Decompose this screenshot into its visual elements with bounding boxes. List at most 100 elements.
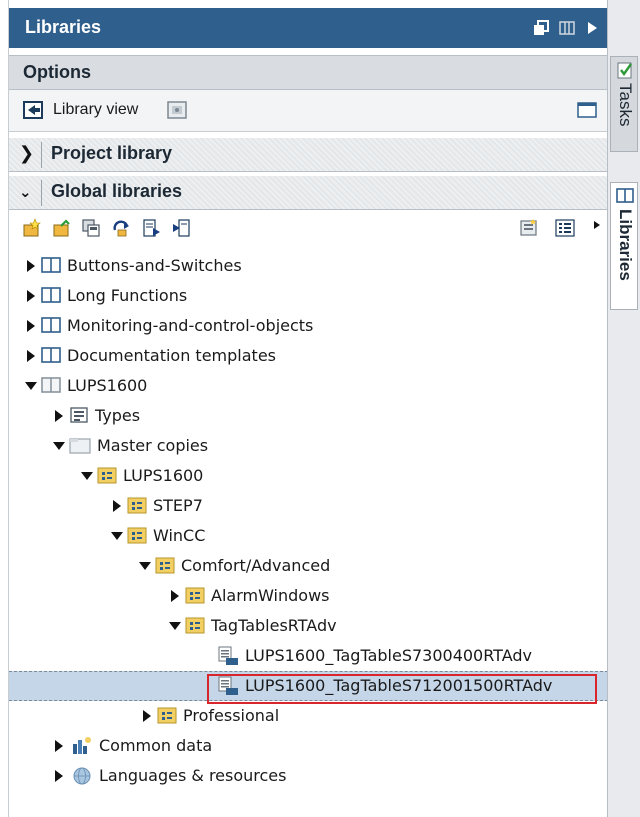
- tree-item[interactable]: LUPS1600: [9, 461, 608, 491]
- collapse-arrow-icon[interactable]: [139, 562, 151, 570]
- globe-icon: [71, 766, 91, 785]
- global-libraries-header[interactable]: ⌄ Global libraries: [9, 176, 608, 210]
- expand-arrow-icon[interactable]: [27, 260, 35, 272]
- project-library-label: Project library: [51, 143, 173, 163]
- library-book-icon: [41, 376, 61, 394]
- tree-item[interactable]: Monitoring-and-control-objects: [9, 311, 608, 341]
- expand-arrow-icon[interactable]: [171, 590, 179, 602]
- header-separator: [41, 180, 42, 206]
- tree-item-label: Languages & resources: [99, 766, 287, 785]
- highlight-box: [207, 674, 597, 704]
- common-data-icon: [71, 736, 91, 754]
- library-view-label[interactable]: Library view: [53, 101, 138, 119]
- tab-libraries-label: Libraries: [616, 209, 635, 281]
- expand-arrow-icon[interactable]: [55, 410, 63, 422]
- tree-item[interactable]: Master copies: [9, 431, 608, 461]
- header-separator: [41, 142, 42, 168]
- tree-item[interactable]: TagTablesRTAdv: [9, 611, 608, 641]
- tree-item-label: Master copies: [97, 436, 209, 455]
- collapse-arrow-icon[interactable]: [111, 532, 123, 540]
- expand-arrow-icon[interactable]: [143, 710, 151, 722]
- master-folder-icon: [127, 526, 147, 544]
- global-libraries-toolbar: [9, 213, 608, 247]
- tree-item-label: Comfort/Advanced: [181, 556, 331, 575]
- import-icon[interactable]: [171, 218, 191, 238]
- options-bar[interactable]: Options: [9, 55, 608, 90]
- tab-tasks[interactable]: Tasks: [610, 56, 638, 152]
- library-book-icon: [41, 316, 61, 334]
- tree-item[interactable]: AlarmWindows: [9, 581, 608, 611]
- library-book-icon: [41, 256, 61, 274]
- tag-table-icon: [217, 646, 238, 665]
- expand-arrow-icon[interactable]: [27, 320, 35, 332]
- details-view-icon[interactable]: [555, 218, 575, 238]
- options-label: Options: [23, 62, 91, 82]
- tree-item-label: Buttons-and-Switches: [67, 256, 242, 275]
- tree-item-label: Documentation templates: [67, 346, 276, 365]
- tree-item-label: Types: [95, 406, 141, 425]
- tree-item-label: Monitoring-and-control-objects: [67, 316, 314, 335]
- types-folder-icon: [69, 406, 89, 424]
- export-icon[interactable]: [141, 218, 161, 238]
- libraries-panel: Libraries Options Library view ❯ Project…: [8, 0, 608, 817]
- tree-item[interactable]: LUPS1600: [9, 371, 608, 401]
- update-library-icon[interactable]: [111, 218, 131, 238]
- columns-icon[interactable]: [559, 20, 575, 36]
- tree-item[interactable]: Documentation templates: [9, 341, 608, 371]
- expand-arrow-icon[interactable]: [55, 740, 63, 752]
- tree-item[interactable]: Long Functions: [9, 281, 608, 311]
- collapse-arrow-icon[interactable]: [169, 622, 181, 630]
- new-library-icon[interactable]: [21, 218, 41, 238]
- master-folder-icon: [97, 466, 117, 484]
- tree-item[interactable]: Common data: [9, 731, 608, 761]
- tree-item-label: LUPS1600: [67, 376, 148, 395]
- tree-item-label: Long Functions: [67, 286, 188, 305]
- master-folder-icon: [157, 706, 177, 724]
- tree-item-label: LUPS1600_TagTableS7300400RTAdv: [245, 646, 532, 665]
- chevron-right-icon[interactable]: ❯: [19, 143, 34, 164]
- expand-arrow-icon[interactable]: [113, 500, 121, 512]
- panel-layout-icon[interactable]: [577, 102, 597, 118]
- open-library-icon[interactable]: [51, 218, 71, 238]
- tree-item[interactable]: Buttons-and-Switches: [9, 251, 608, 281]
- tree-item[interactable]: WinCC: [9, 521, 608, 551]
- tree-item[interactable]: Comfort/Advanced: [9, 551, 608, 581]
- tab-tasks-label: Tasks: [616, 83, 635, 127]
- library-book-icon: [41, 286, 61, 304]
- collapse-arrow-icon[interactable]: [584, 20, 600, 36]
- tree-item[interactable]: Types: [9, 401, 608, 431]
- global-libraries-label: Global libraries: [51, 181, 183, 201]
- folder-icon: [69, 436, 91, 454]
- toolbar-overflow-icon[interactable]: [593, 215, 601, 234]
- tab-libraries[interactable]: Libraries: [610, 182, 638, 310]
- libraries-titlebar: Libraries: [9, 8, 608, 48]
- chevron-down-icon[interactable]: ⌄: [19, 183, 32, 201]
- project-library-header[interactable]: ❯ Project library: [9, 138, 608, 172]
- tree-item-label: WinCC: [153, 526, 206, 545]
- collapse-arrow-icon[interactable]: [53, 442, 65, 450]
- task-card-sidebar: Tasks Libraries: [607, 0, 640, 817]
- properties-icon[interactable]: [519, 218, 539, 238]
- library-book-icon: [41, 346, 61, 364]
- collapse-arrow-icon[interactable]: [81, 472, 93, 480]
- tree-item[interactable]: Professional: [9, 701, 608, 731]
- save-library-icon[interactable]: [81, 218, 101, 238]
- expand-arrow-icon[interactable]: [27, 290, 35, 302]
- collapse-arrow-icon[interactable]: [25, 382, 37, 390]
- expand-arrow-icon[interactable]: [27, 350, 35, 362]
- tree-item-label: Common data: [99, 736, 213, 755]
- master-folder-icon: [155, 556, 175, 574]
- library-view-image-icon[interactable]: [167, 101, 187, 119]
- library-view-toggle-icon[interactable]: [23, 101, 43, 119]
- libraries-icon: [616, 187, 634, 209]
- tree-item[interactable]: Languages & resources: [9, 761, 608, 791]
- tree-item[interactable]: LUPS1600_TagTableS7300400RTAdv: [9, 641, 608, 671]
- library-view-row: Library view: [9, 90, 608, 132]
- master-folder-icon: [185, 586, 205, 604]
- master-folder-icon: [127, 496, 147, 514]
- restore-icon[interactable]: [533, 20, 549, 36]
- tree-item-label: TagTablesRTAdv: [211, 616, 337, 635]
- expand-arrow-icon[interactable]: [55, 770, 63, 782]
- tree-item-label: LUPS1600: [123, 466, 204, 485]
- tree-item[interactable]: STEP7: [9, 491, 608, 521]
